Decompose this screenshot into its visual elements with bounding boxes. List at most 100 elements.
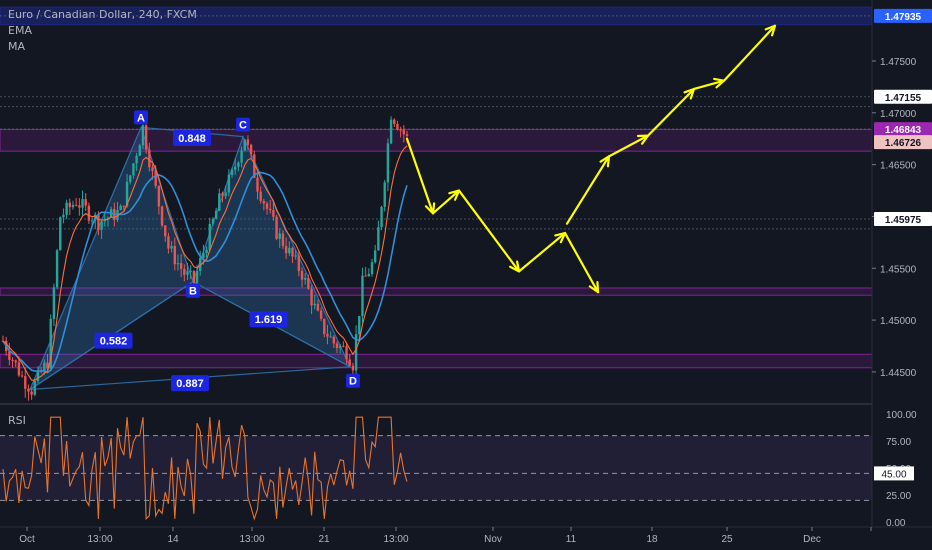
- candle-body-16: [52, 287, 56, 319]
- candle-body-124: [396, 123, 399, 130]
- candle-body-49: [157, 185, 161, 207]
- candle-body-120: [383, 182, 386, 207]
- candle-body-116: [370, 262, 374, 275]
- candle-body-24: [78, 205, 81, 208]
- candle-body-2: [8, 351, 11, 360]
- candle-body-108: [345, 346, 348, 360]
- candle-body-31: [100, 221, 103, 230]
- candle-body-71: [227, 174, 231, 193]
- rsi-tick-1: 75.00: [886, 437, 911, 448]
- candle-body-104: [332, 336, 336, 344]
- price-label-1: 1.47155: [885, 93, 922, 104]
- time-tick-8: 18: [646, 534, 658, 545]
- candle-body-46: [148, 149, 151, 168]
- time-tick-2: 14: [167, 534, 179, 545]
- candle-body-91: [291, 247, 294, 257]
- rsi-tick-3: 25.00: [886, 491, 911, 502]
- candle-body-6: [20, 375, 24, 377]
- candle-body-51: [164, 225, 167, 237]
- price-tick-1: 1.45000: [880, 316, 917, 327]
- candle-body-68: [218, 193, 221, 211]
- point-label-A: A: [137, 112, 145, 124]
- candle-body-90: [288, 247, 291, 254]
- candle-body-72: [230, 169, 234, 175]
- candle-body-28: [90, 220, 94, 222]
- candle-body-21: [68, 202, 72, 208]
- candle-body-59: [189, 270, 192, 272]
- candle-body-127: [405, 134, 409, 136]
- candle-body-85: [272, 210, 275, 217]
- candle-body-112: [358, 315, 361, 335]
- candle-body-122: [389, 119, 393, 144]
- candle-body-25: [81, 199, 84, 208]
- candle-body-65: [208, 223, 211, 250]
- candle-body-64: [205, 249, 208, 254]
- candle-body-26: [84, 199, 87, 206]
- candle-body-44: [141, 125, 145, 146]
- time-tick-1: 13:00: [87, 534, 112, 545]
- candle-body-106: [338, 345, 342, 349]
- price-label-3: 1.46726: [885, 138, 922, 149]
- candle-body-73: [234, 166, 237, 170]
- candle-body-50: [160, 206, 164, 226]
- rsi-pane[interactable]: [0, 403, 932, 527]
- candle-body-30: [97, 214, 100, 230]
- price-label-2: 1.46843: [885, 125, 922, 136]
- candle-body-40: [129, 175, 132, 182]
- candle-body-57: [183, 268, 186, 275]
- candle-body-17: [55, 250, 59, 288]
- candle-body-43: [138, 145, 141, 156]
- price-tick-6: 1.47500: [880, 57, 917, 68]
- symbol-title: Euro / Canadian Dollar, 240, FXCM: [8, 8, 197, 21]
- pattern-triangle-xab: [28, 125, 194, 392]
- candle-body-95: [304, 278, 307, 280]
- candle-body-93: [297, 255, 301, 271]
- candle-body-8: [27, 388, 30, 392]
- ema-legend: EMA: [8, 24, 32, 37]
- ratio-label-3: 0.887: [176, 378, 204, 390]
- projection-segment-7: [646, 87, 696, 137]
- zone-1: [0, 128, 873, 152]
- chart-canvas[interactable]: 1.445001.450001.455001.460001.465001.470…: [0, 0, 932, 550]
- candle-body-94: [300, 270, 304, 280]
- candle-body-92: [294, 255, 297, 257]
- candle-body-22: [71, 204, 75, 208]
- price-tick-2: 1.45500: [880, 264, 917, 275]
- candle-body-87: [278, 233, 281, 239]
- candle-body-78: [249, 144, 253, 155]
- ratio-label-1: 0.582: [100, 336, 128, 348]
- candle-body-67: [214, 210, 218, 219]
- candle-body-70: [224, 192, 227, 197]
- price-tick-0: 1.44500: [880, 368, 917, 379]
- time-tick-6: Nov: [484, 534, 502, 545]
- candle-body-82: [262, 200, 266, 204]
- candle-body-117: [373, 250, 377, 263]
- candle-body-48: [154, 171, 157, 186]
- ratio-label-2: 1.619: [255, 314, 283, 326]
- candle-body-84: [269, 208, 272, 211]
- candle-body-20: [65, 202, 68, 215]
- candle-body-47: [151, 167, 154, 172]
- candle-body-11: [36, 370, 40, 382]
- projection-segment-5: [565, 155, 611, 225]
- candle-body-63: [202, 253, 205, 258]
- rsi-band: [0, 435, 872, 501]
- rsi-current-value: 45.00: [881, 469, 906, 480]
- time-tick-9: 25: [721, 534, 733, 545]
- time-tick-0: Oct: [19, 534, 35, 545]
- rsi-tick-0: 100.00: [886, 410, 917, 421]
- pattern-triangle-bcd: [192, 135, 352, 369]
- ratio-label-0: 0.848: [178, 133, 206, 145]
- candle-body-125: [399, 129, 402, 131]
- candle-body-109: [348, 359, 351, 366]
- candle-body-69: [221, 193, 224, 197]
- projection-segment-4: [563, 231, 600, 294]
- candle-body-96: [307, 278, 310, 289]
- candle-body-53: [170, 245, 173, 249]
- projection-arrows[interactable]: [405, 24, 777, 294]
- candle-body-88: [281, 233, 285, 247]
- candle-body-9: [30, 391, 33, 395]
- candle-body-118: [377, 227, 380, 251]
- candle-body-37: [119, 205, 122, 211]
- candle-body-52: [167, 236, 170, 249]
